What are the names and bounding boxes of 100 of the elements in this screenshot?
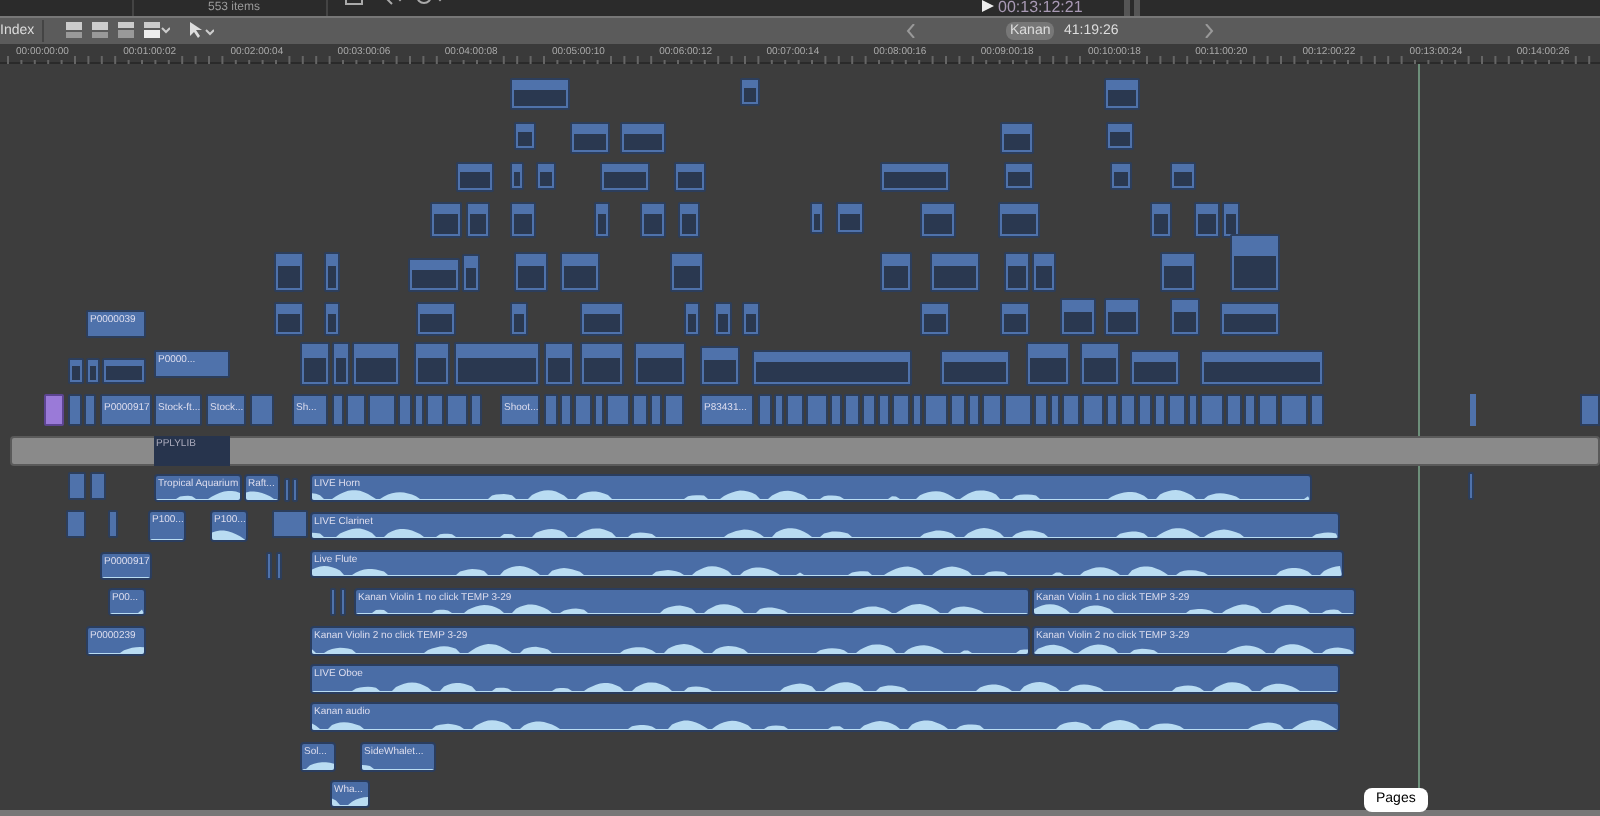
video-clip[interactable] bbox=[510, 78, 570, 110]
play-icon[interactable] bbox=[982, 0, 994, 12]
audio-clip[interactable] bbox=[266, 552, 272, 580]
video-clip[interactable] bbox=[1470, 394, 1476, 426]
video-clip[interactable] bbox=[1050, 394, 1060, 426]
video-clip[interactable] bbox=[536, 162, 556, 190]
video-clip[interactable] bbox=[346, 394, 366, 426]
video-clip[interactable] bbox=[684, 302, 700, 336]
video-clip[interactable] bbox=[1004, 162, 1034, 190]
video-clip[interactable] bbox=[1004, 252, 1030, 292]
video-clip[interactable] bbox=[1080, 342, 1120, 386]
audio-clip[interactable] bbox=[66, 510, 86, 538]
video-clip[interactable] bbox=[466, 202, 490, 238]
video-clip[interactable] bbox=[740, 78, 760, 106]
video-clip[interactable] bbox=[674, 162, 706, 192]
video-clip[interactable] bbox=[1026, 342, 1070, 386]
video-clip[interactable] bbox=[1060, 298, 1096, 336]
video-clip[interactable] bbox=[274, 302, 304, 336]
audio-clip[interactable] bbox=[1468, 472, 1474, 500]
video-clip[interactable] bbox=[634, 342, 686, 386]
video-clip[interactable] bbox=[68, 358, 84, 384]
video-clip[interactable] bbox=[570, 122, 610, 154]
video-clip[interactable] bbox=[332, 342, 350, 386]
video-clip[interactable] bbox=[470, 394, 482, 426]
video-clip[interactable] bbox=[1168, 394, 1186, 426]
video-clip[interactable] bbox=[560, 394, 572, 426]
video-clip[interactable] bbox=[426, 394, 444, 426]
video-clip[interactable] bbox=[430, 202, 462, 238]
video-clip[interactable] bbox=[580, 342, 624, 386]
video-clip[interactable] bbox=[544, 394, 558, 426]
video-clip[interactable] bbox=[1106, 394, 1118, 426]
video-clip[interactable] bbox=[456, 162, 494, 192]
video-clip[interactable] bbox=[86, 358, 100, 384]
video-clip[interactable] bbox=[940, 350, 1010, 386]
video-clip[interactable] bbox=[1258, 394, 1278, 426]
video-clip[interactable] bbox=[454, 342, 540, 386]
clip-appearance-icon[interactable] bbox=[66, 22, 170, 40]
video-clip[interactable] bbox=[650, 394, 662, 426]
video-clip[interactable] bbox=[84, 394, 96, 426]
video-clip[interactable] bbox=[1226, 394, 1242, 426]
video-clip[interactable] bbox=[632, 394, 648, 426]
video-clip[interactable] bbox=[1104, 78, 1140, 110]
video-clip[interactable] bbox=[416, 302, 456, 336]
storyline-bar[interactable] bbox=[10, 436, 1600, 466]
video-clip[interactable] bbox=[1188, 394, 1198, 426]
video-clip[interactable] bbox=[752, 350, 912, 386]
audio-clip[interactable] bbox=[90, 472, 106, 500]
video-clip[interactable] bbox=[806, 394, 828, 426]
video-clip[interactable] bbox=[574, 394, 592, 426]
video-clip[interactable] bbox=[514, 252, 548, 292]
video-clip[interactable] bbox=[892, 394, 910, 426]
audio-clip[interactable] bbox=[108, 510, 118, 538]
video-clip[interactable] bbox=[836, 202, 864, 234]
video-clip[interactable] bbox=[1170, 298, 1200, 336]
video-clip[interactable] bbox=[1200, 350, 1324, 386]
video-clip[interactable] bbox=[1138, 394, 1152, 426]
video-clip[interactable] bbox=[700, 346, 740, 386]
video-clip[interactable] bbox=[830, 394, 842, 426]
video-clip[interactable] bbox=[880, 252, 912, 292]
video-clip[interactable] bbox=[1194, 202, 1220, 238]
generator-clip[interactable] bbox=[44, 394, 64, 426]
video-clip[interactable] bbox=[714, 302, 732, 336]
video-clip[interactable] bbox=[68, 394, 82, 426]
video-clip[interactable] bbox=[664, 394, 684, 426]
video-clip[interactable] bbox=[1000, 302, 1030, 336]
video-clip[interactable] bbox=[810, 202, 824, 234]
audio-clip[interactable] bbox=[284, 478, 290, 502]
audio-clip[interactable] bbox=[330, 588, 336, 616]
video-clip[interactable] bbox=[1310, 394, 1324, 426]
video-clip[interactable] bbox=[300, 342, 330, 386]
video-clip[interactable] bbox=[670, 252, 704, 292]
video-clip[interactable] bbox=[920, 302, 950, 336]
video-clip[interactable] bbox=[620, 122, 666, 154]
video-clip[interactable] bbox=[1106, 122, 1134, 150]
video-clip[interactable] bbox=[1034, 394, 1048, 426]
video-clip[interactable] bbox=[1130, 350, 1180, 386]
video-clip[interactable] bbox=[758, 394, 772, 426]
video-clip[interactable] bbox=[102, 358, 146, 384]
video-clip[interactable] bbox=[844, 394, 860, 426]
video-clip[interactable] bbox=[510, 162, 524, 190]
video-clip[interactable] bbox=[1244, 394, 1256, 426]
video-clip[interactable] bbox=[1222, 202, 1240, 238]
video-clip[interactable] bbox=[786, 394, 804, 426]
video-clip[interactable] bbox=[950, 394, 966, 426]
video-clip[interactable] bbox=[544, 342, 574, 386]
video-clip[interactable] bbox=[1000, 122, 1034, 154]
video-clip[interactable] bbox=[446, 394, 468, 426]
video-clip[interactable] bbox=[606, 394, 630, 426]
video-clip[interactable] bbox=[462, 254, 480, 292]
video-clip[interactable] bbox=[1160, 252, 1196, 292]
audio-clip[interactable] bbox=[340, 588, 346, 616]
video-clip[interactable] bbox=[1154, 394, 1166, 426]
video-clip[interactable] bbox=[1200, 394, 1224, 426]
video-clip[interactable] bbox=[912, 394, 922, 426]
video-clip[interactable] bbox=[414, 394, 424, 426]
video-clip[interactable] bbox=[678, 202, 700, 238]
video-clip[interactable] bbox=[514, 122, 536, 150]
video-clip[interactable] bbox=[1032, 252, 1056, 292]
video-clip[interactable] bbox=[774, 394, 784, 426]
video-clip[interactable] bbox=[1170, 162, 1196, 190]
